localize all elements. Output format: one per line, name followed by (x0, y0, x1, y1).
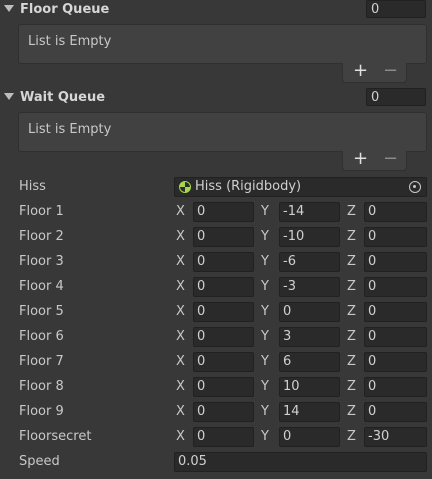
z-axis-label: Z (347, 354, 356, 369)
y-axis-label: Y (261, 329, 269, 344)
hiss-label: Hiss (19, 179, 46, 194)
y-field[interactable]: -3 (279, 277, 340, 297)
x-field[interactable]: 0 (193, 202, 254, 222)
floor-label: Floorsecret (19, 429, 92, 444)
z-axis-label: Z (347, 204, 356, 219)
z-axis-label: Z (347, 304, 356, 319)
floor-label: Floor 7 (19, 354, 64, 369)
hiss-object-value: Hiss (Rigidbody) (195, 179, 302, 194)
y-field[interactable]: 6 (279, 352, 340, 372)
x-axis-label: X (176, 254, 185, 269)
y-axis-label: Y (261, 229, 269, 244)
x-field[interactable]: 0 (193, 277, 254, 297)
x-axis-label: X (176, 229, 185, 244)
floor-queue-footer: + − (342, 61, 407, 83)
y-field[interactable]: 10 (279, 377, 340, 397)
z-field[interactable]: 0 (364, 277, 427, 297)
x-field[interactable]: 0 (193, 377, 254, 397)
z-field[interactable]: -30 (364, 427, 427, 447)
x-axis-label: X (176, 354, 185, 369)
floor-queue-remove-button[interactable]: − (383, 61, 398, 81)
x-axis-label: X (176, 379, 185, 394)
floor-label: Floor 8 (19, 379, 64, 394)
z-axis-label: Z (347, 379, 356, 394)
floor-queue-add-button[interactable]: + (353, 61, 368, 81)
z-axis-label: Z (347, 229, 356, 244)
foldout-arrow-icon[interactable] (4, 5, 14, 12)
y-field[interactable]: 0 (279, 427, 340, 447)
floor-label: Floor 2 (19, 229, 64, 244)
x-axis-label: X (176, 404, 185, 419)
y-axis-label: Y (261, 354, 269, 369)
y-field[interactable]: -6 (279, 252, 340, 272)
x-field[interactable]: 0 (193, 302, 254, 322)
x-axis-label: X (176, 329, 185, 344)
rigidbody-icon (179, 181, 191, 193)
z-field[interactable]: 0 (364, 402, 427, 422)
floor-queue-title: Floor Queue (20, 2, 110, 17)
floor-queue-empty-text: List is Empty (28, 34, 112, 49)
y-axis-label: Y (261, 304, 269, 319)
y-field[interactable]: -10 (279, 227, 340, 247)
z-axis-label: Z (347, 404, 356, 419)
x-field[interactable]: 0 (193, 227, 254, 247)
y-axis-label: Y (261, 404, 269, 419)
y-axis-label: Y (261, 379, 269, 394)
x-field[interactable]: 0 (193, 427, 254, 447)
x-axis-label: X (176, 204, 185, 219)
hiss-object-field[interactable]: Hiss (Rigidbody) (174, 177, 427, 197)
x-axis-label: X (176, 429, 185, 444)
y-axis-label: Y (261, 279, 269, 294)
speed-field[interactable]: 0.05 (174, 452, 427, 472)
wait-queue-remove-button[interactable]: − (383, 149, 398, 169)
z-field[interactable]: 0 (364, 227, 427, 247)
z-field[interactable]: 0 (364, 327, 427, 347)
floor-label: Floor 4 (19, 279, 64, 294)
z-field[interactable]: 0 (364, 202, 427, 222)
wait-queue-title: Wait Queue (20, 90, 106, 105)
y-field[interactable]: -14 (279, 202, 340, 222)
x-axis-label: X (176, 304, 185, 319)
z-axis-label: Z (347, 329, 356, 344)
y-field[interactable]: 3 (279, 327, 340, 347)
x-field[interactable]: 0 (193, 352, 254, 372)
z-axis-label: Z (347, 279, 356, 294)
floor-queue-size-field[interactable]: 0 (366, 0, 426, 18)
x-axis-label: X (176, 279, 185, 294)
wait-queue-size-field[interactable]: 0 (366, 88, 426, 106)
floor-label: Floor 3 (19, 254, 64, 269)
y-axis-label: Y (261, 204, 269, 219)
y-axis-label: Y (261, 254, 269, 269)
foldout-arrow-icon[interactable] (4, 93, 14, 100)
floor-queue-list: List is Empty (18, 24, 427, 64)
x-field[interactable]: 0 (193, 402, 254, 422)
z-field[interactable]: 0 (364, 252, 427, 272)
z-field[interactable]: 0 (364, 352, 427, 372)
floor-queue-header[interactable]: Floor Queue 0 (0, 0, 432, 20)
z-axis-label: Z (347, 429, 356, 444)
wait-queue-footer: + − (342, 149, 407, 171)
floor-label: Floor 5 (19, 304, 64, 319)
wait-queue-list: List is Empty (18, 112, 427, 152)
object-picker-icon[interactable] (409, 181, 421, 193)
y-field[interactable]: 14 (279, 402, 340, 422)
floor-label: Floor 6 (19, 329, 64, 344)
wait-queue-add-button[interactable]: + (353, 149, 368, 169)
wait-queue-header[interactable]: Wait Queue 0 (0, 88, 432, 108)
y-field[interactable]: 0 (279, 302, 340, 322)
z-field[interactable]: 0 (364, 302, 427, 322)
floor-label: Floor 1 (19, 204, 64, 219)
z-field[interactable]: 0 (364, 377, 427, 397)
z-axis-label: Z (347, 254, 356, 269)
x-field[interactable]: 0 (193, 327, 254, 347)
x-field[interactable]: 0 (193, 252, 254, 272)
y-axis-label: Y (261, 429, 269, 444)
wait-queue-empty-text: List is Empty (28, 122, 112, 137)
floor-label: Floor 9 (19, 404, 64, 419)
speed-label: Speed (19, 454, 60, 469)
